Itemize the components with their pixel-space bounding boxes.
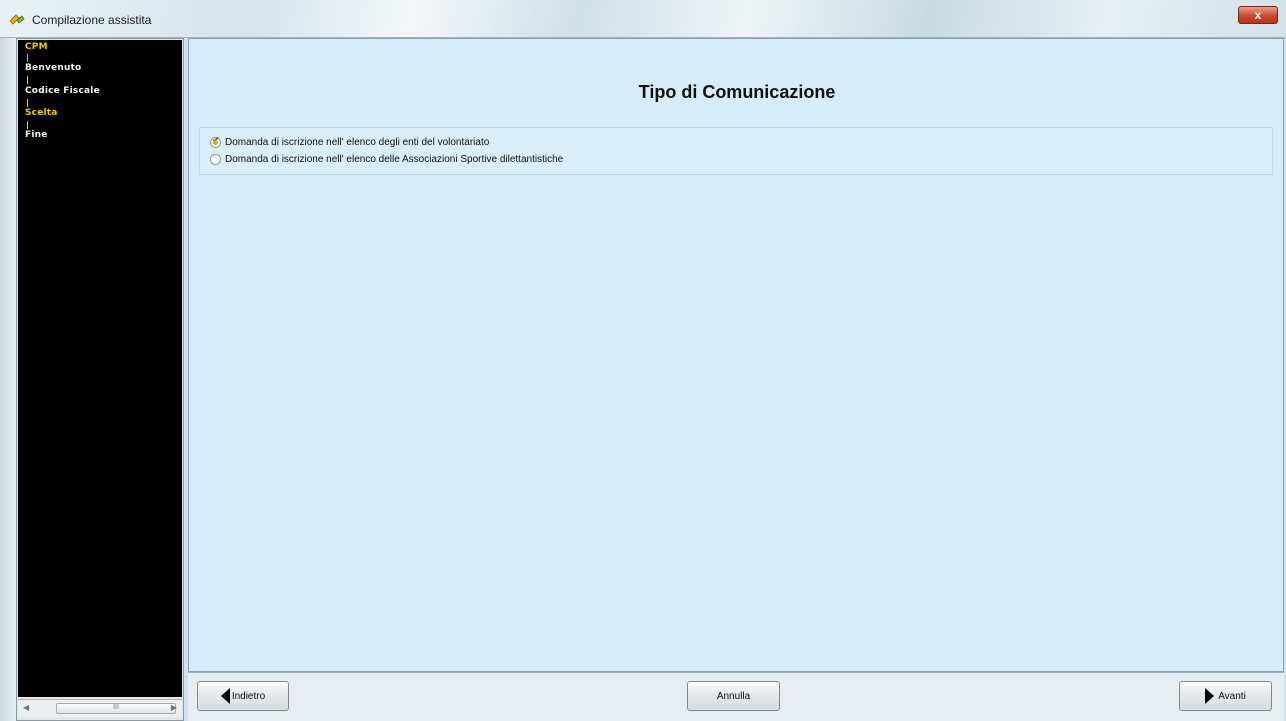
step-scelta: Scelta <box>25 108 58 118</box>
step-connector <box>27 76 28 84</box>
step-benvenuto: Benvenuto <box>25 63 82 73</box>
scroll-left-icon[interactable]: ◀ <box>23 703 29 712</box>
cancel-button-label: Annulla <box>716 690 751 702</box>
option-associazioni-sportive[interactable]: Domanda di iscrizione nell' elenco delle… <box>210 154 563 165</box>
window-title: Compilazione assistita <box>32 13 152 27</box>
scroll-thumb[interactable]: III <box>56 703 176 714</box>
option-label: Domanda di iscrizione nell' elenco degli… <box>225 137 490 148</box>
radio-unselected-icon[interactable] <box>210 154 221 165</box>
step-cpm: CPM <box>25 42 48 52</box>
close-icon: x <box>1254 8 1262 22</box>
options-group: ✔ Domanda di iscrizione nell' elenco deg… <box>199 127 1273 175</box>
radio-selected-icon[interactable]: ✔ <box>210 135 221 148</box>
option-volontariato[interactable]: ✔ Domanda di iscrizione nell' elenco deg… <box>210 135 490 148</box>
back-button-label: Indietro <box>231 690 266 702</box>
arrow-right-icon <box>1205 688 1215 704</box>
next-button[interactable]: Avanti <box>1179 681 1272 711</box>
next-button-label: Avanti <box>1218 690 1246 702</box>
step-connector <box>27 54 28 62</box>
cancel-button[interactable]: Annulla <box>687 681 780 711</box>
main-panel: Tipo di Comunicazione ✔ Domanda di iscri… <box>188 38 1284 672</box>
sidebar-horizontal-scrollbar[interactable]: ◀ III ▶ <box>18 699 182 717</box>
page-title: Tipo di Comunicazione <box>638 82 836 102</box>
step-fine: Fine <box>25 130 48 140</box>
step-connector <box>27 99 28 107</box>
arrow-left-icon <box>220 688 230 704</box>
step-connector <box>27 121 28 129</box>
back-button[interactable]: Indietro <box>197 681 289 711</box>
app-icon <box>9 14 25 25</box>
button-bar: Indietro Annulla Avanti <box>188 672 1284 721</box>
close-button[interactable]: x <box>1238 6 1278 24</box>
option-label: Domanda di iscrizione nell' elenco delle… <box>225 154 564 165</box>
window-edge <box>0 38 16 721</box>
scroll-right-icon[interactable]: ▶ <box>171 703 177 712</box>
title-bar: Compilazione assistita x <box>0 0 1286 38</box>
step-codice-fiscale: Codice Fiscale <box>25 86 100 96</box>
